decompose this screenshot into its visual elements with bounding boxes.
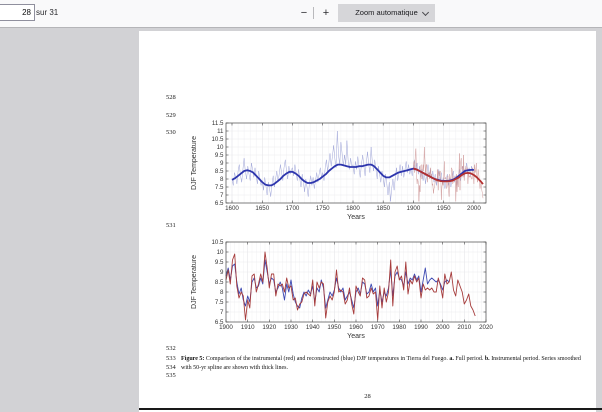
svg-text:9: 9 (220, 160, 224, 167)
svg-text:1920: 1920 (262, 324, 276, 331)
svg-text:2020: 2020 (479, 324, 493, 331)
svg-text:1980: 1980 (392, 324, 406, 331)
line-number: 529 (166, 112, 184, 119)
svg-text:1850: 1850 (376, 205, 390, 212)
svg-text:1600: 1600 (225, 205, 239, 212)
pdf-page: 528 529 530 531 532 533 534 535 16001650… (139, 31, 596, 412)
svg-text:6.5: 6.5 (215, 319, 224, 326)
svg-text:7: 7 (220, 309, 224, 316)
svg-text:1750: 1750 (316, 205, 330, 212)
figure-caption: Figure 5: Comparison of the instrumental… (181, 355, 583, 373)
svg-text:1900: 1900 (407, 205, 421, 212)
svg-text:10: 10 (217, 249, 224, 256)
svg-text:9: 9 (220, 269, 224, 276)
svg-text:9.5: 9.5 (215, 152, 224, 159)
svg-text:1990: 1990 (414, 324, 428, 331)
svg-text:11: 11 (217, 128, 224, 135)
svg-text:2010: 2010 (457, 324, 471, 331)
svg-text:8.5: 8.5 (215, 168, 224, 175)
svg-text:1940: 1940 (306, 324, 320, 331)
svg-text:6.5: 6.5 (215, 200, 224, 207)
svg-text:11.5: 11.5 (212, 120, 224, 127)
svg-text:1800: 1800 (346, 205, 360, 212)
zoom-out-button[interactable]: − (295, 3, 313, 23)
pdf-viewer-toolbar: sur 31 − + Zoom automatique (0, 0, 602, 28)
page-count-label: sur 31 (36, 8, 58, 17)
line-number: 532 (166, 345, 184, 352)
svg-text:7: 7 (220, 192, 224, 199)
svg-text:10.5: 10.5 (211, 239, 224, 246)
svg-text:DJF Temperature: DJF Temperature (191, 136, 198, 190)
svg-text:1910: 1910 (241, 324, 255, 331)
toolbar-separator (313, 7, 314, 19)
svg-text:8.5: 8.5 (215, 279, 224, 286)
svg-text:10.5: 10.5 (211, 136, 224, 143)
svg-text:1650: 1650 (255, 205, 269, 212)
page-number-input[interactable] (0, 4, 35, 21)
svg-text:10: 10 (217, 144, 224, 151)
bottom-rule (139, 408, 602, 410)
svg-text:1950: 1950 (327, 324, 341, 331)
svg-text:1960: 1960 (349, 324, 363, 331)
svg-text:2000: 2000 (467, 205, 481, 212)
svg-text:DJF Temperature: DJF Temperature (191, 255, 198, 309)
zoom-mode-select[interactable]: Zoom automatique (338, 4, 435, 22)
svg-text:1970: 1970 (371, 324, 385, 331)
page-footer-number: 28 (139, 393, 596, 400)
zoom-mode-label: Zoom automatique (355, 8, 418, 17)
svg-text:1950: 1950 (437, 205, 451, 212)
line-number: 535 (166, 372, 184, 379)
svg-text:Years: Years (347, 333, 365, 340)
figure-chart-instrumental-period: 1900191019201930194019501960197019801990… (182, 238, 494, 342)
svg-text:1930: 1930 (284, 324, 298, 331)
svg-text:7.5: 7.5 (215, 184, 224, 191)
svg-text:7.5: 7.5 (215, 299, 224, 306)
chevron-down-icon (422, 9, 429, 16)
line-number: 528 (166, 94, 184, 101)
figure-chart-full-period: 1600165017001750180018501900195020006.57… (182, 120, 494, 224)
svg-text:2000: 2000 (436, 324, 450, 331)
zoom-in-button[interactable]: + (317, 3, 335, 23)
svg-text:1700: 1700 (286, 205, 300, 212)
svg-text:8: 8 (220, 289, 224, 296)
svg-text:9.5: 9.5 (215, 259, 224, 266)
svg-text:Years: Years (347, 214, 365, 221)
svg-text:8: 8 (220, 176, 224, 183)
pdf-content-area[interactable]: 528 529 530 531 532 533 534 535 16001650… (0, 28, 602, 412)
